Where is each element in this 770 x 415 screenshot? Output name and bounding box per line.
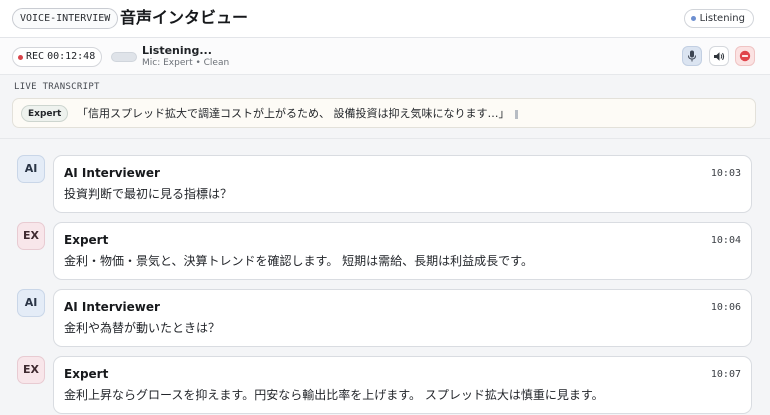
message-row: EX Expert 10:07 金利上昇ならグロースを抑えます。円安なら輸出比率… (0, 356, 770, 415)
message-author: AI Interviewer (64, 166, 160, 180)
message-row: AI AI Interviewer 10:03 投資判断で最初に見る指標は？ (0, 155, 770, 215)
listening-state: Listening... (142, 44, 212, 57)
status-dot-icon (690, 16, 696, 21)
speaker-button[interactable] (709, 46, 729, 66)
rec-elapsed-time: 00:12:48 (47, 51, 96, 62)
status-label: Listening (699, 13, 745, 24)
message-time: 10:04 (710, 235, 741, 246)
message-row: EX Expert 10:04 金利・物価・景気と、決算トレンドを確認します。 … (0, 222, 770, 282)
app-header: VOICE-INTERVIEW 音声インタビュー Listening (0, 0, 770, 38)
message-time: 10:07 (710, 369, 741, 380)
live-transcript-box: Expert 「信用スプレッド拡大で調達コストが上がるため、 設備投資は抑え気味… (12, 98, 756, 128)
live-transcript-text: 「信用スプレッド拡大で調達コストが上がるため、 設備投資は抑え気味になります…」 (77, 106, 518, 121)
section-divider (0, 138, 770, 139)
message-text: 金利・物価・景気と、決算トレンドを確認します。 短期は需給、長期は利益成長です。 (64, 254, 533, 268)
mic-detail: Mic: Expert • Clean (142, 58, 230, 68)
stop-button[interactable] (735, 46, 755, 66)
message-time: 10:03 (710, 168, 741, 179)
avatar: EX (17, 356, 45, 384)
message-row: AI AI Interviewer 10:06 金利や為替が動いたときは？ (0, 289, 770, 349)
app-tag: VOICE-INTERVIEW (12, 8, 119, 29)
message-bubble: AI Interviewer 10:06 金利や為替が動いたときは？ (53, 289, 752, 347)
audio-level-meter (111, 52, 137, 62)
message-text: 金利や為替が動いたときは？ (64, 321, 221, 335)
record-dot-icon (18, 54, 23, 60)
message-bubble: Expert 10:07 金利上昇ならグロースを抑えます。円安なら輸出比率を上げ… (53, 356, 752, 414)
live-transcript-content: 「信用スプレッド拡大で調達コストが上がるため、 設備投資は抑え気味になります…」 (77, 107, 510, 120)
mic-button[interactable] (682, 46, 702, 66)
avatar: AI (17, 289, 45, 317)
recording-bar: REC 00:12:48 Listening... Mic: Expert • … (0, 38, 770, 75)
speaker-icon (714, 51, 725, 61)
live-transcript-label: LIVE TRANSCRIPT (14, 82, 100, 92)
status-badge: Listening (683, 9, 754, 28)
page-title: 音声インタビュー (120, 8, 249, 27)
message-time: 10:06 (710, 302, 741, 313)
message-bubble: AI Interviewer 10:03 投資判断で最初に見る指標は？ (53, 155, 752, 213)
rec-label: REC (26, 51, 45, 62)
avatar: AI (17, 155, 45, 183)
avatar: EX (17, 222, 45, 250)
message-text: 投資判断で最初に見る指標は？ (64, 187, 233, 201)
microphone-icon (688, 50, 696, 62)
message-bubble: Expert 10:04 金利・物価・景気と、決算トレンドを確認します。 短期は… (53, 222, 752, 280)
rec-badge: REC 00:12:48 (12, 47, 103, 67)
stop-icon (739, 50, 751, 62)
message-author: Expert (64, 233, 109, 247)
speaker-chip: Expert (21, 105, 69, 122)
typing-cursor-icon (514, 109, 518, 119)
message-author: AI Interviewer (64, 300, 160, 314)
message-author: Expert (64, 367, 109, 381)
message-text: 金利上昇ならグロースを抑えます。円安なら輸出比率を上げます。 スプレッド拡大は慎… (64, 388, 604, 402)
